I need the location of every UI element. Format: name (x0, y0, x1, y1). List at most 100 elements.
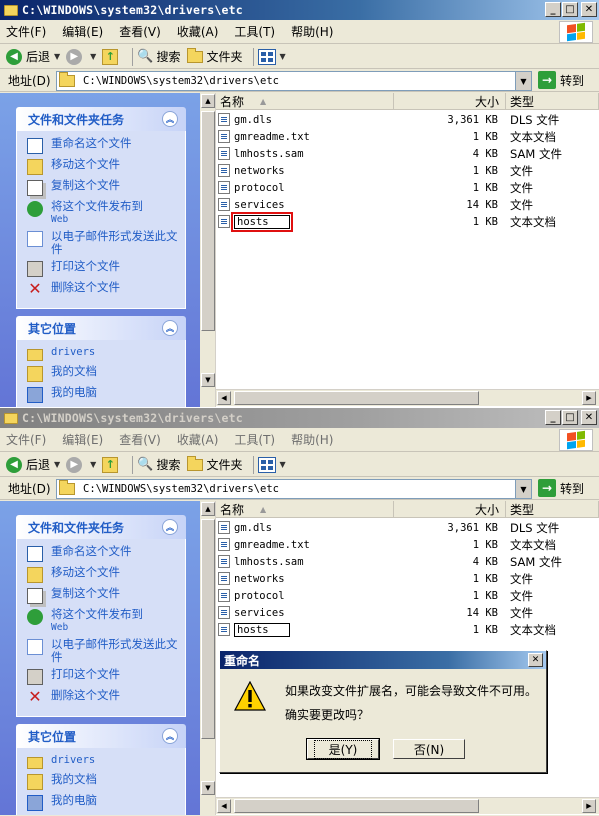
task-publish-web[interactable]: 将这个文件发布到 Web (27, 200, 185, 226)
minimize-button[interactable]: _ (545, 410, 561, 425)
forward-button[interactable]: ▶ ▼ (66, 47, 96, 67)
menu-tools[interactable]: 工具(T) (234, 23, 275, 40)
chevron-down-icon[interactable]: ▼ (90, 52, 96, 61)
task-rename[interactable]: 重命名这个文件 (27, 137, 185, 154)
no-button[interactable]: 否(N) (393, 739, 465, 759)
search-button[interactable]: 🔍 搜索 (137, 47, 180, 67)
vertical-scrollbar[interactable]: ▲ ▼ (200, 93, 216, 407)
yes-button[interactable]: 是(Y) (306, 738, 380, 760)
scroll-right-button[interactable]: ▶ (582, 799, 596, 813)
back-button[interactable]: ◀ 后退 ▼ (6, 455, 60, 475)
rename-input[interactable]: hosts (234, 622, 290, 637)
task-delete[interactable]: ✕ 删除这个文件 (27, 281, 185, 298)
file-row[interactable]: gmreadme.txt 1 KB 文本文档 (218, 128, 599, 145)
scroll-down-button[interactable]: ▼ (201, 373, 215, 387)
dialog-title-bar[interactable]: 重命名 (220, 651, 546, 669)
file-row[interactable]: gm.dls 3,361 KB DLS 文件 (218, 111, 599, 128)
scroll-thumb[interactable] (234, 391, 479, 405)
column-size[interactable]: 大小 (394, 501, 506, 517)
collapse-icon[interactable]: ︽ (162, 320, 178, 336)
place-my-computer[interactable]: 我的电脑 (27, 794, 185, 811)
scroll-up-button[interactable]: ▲ (201, 502, 215, 516)
menu-tools[interactable]: 工具(T) (234, 431, 275, 448)
menu-file[interactable]: 文件(F) (6, 431, 46, 448)
column-type[interactable]: 类型 (506, 93, 599, 109)
task-email[interactable]: 以电子邮件形式发送此文件 (27, 638, 185, 664)
address-input[interactable]: C:\WINDOWS\system32\drivers\etc ▼ (56, 479, 532, 499)
place-drivers[interactable]: drivers (27, 346, 185, 361)
chevron-down-icon[interactable]: ▼ (90, 460, 96, 469)
minimize-button[interactable]: _ (545, 2, 561, 17)
file-row[interactable]: gm.dls 3,361 KB DLS 文件 (218, 519, 599, 536)
scroll-thumb[interactable] (201, 111, 215, 331)
other-places-header[interactable]: 其它位置 ︽ (16, 316, 186, 340)
address-input[interactable]: C:\WINDOWS\system32\drivers\etc ▼ (56, 71, 532, 91)
address-dropdown-button[interactable]: ▼ (515, 480, 531, 498)
place-my-documents[interactable]: 我的文档 (27, 365, 185, 382)
file-row[interactable]: networks 1 KB 文件 (218, 570, 599, 587)
file-row-renaming[interactable]: hosts 1 KB 文本文档 (218, 211, 599, 232)
maximize-button[interactable]: □ (562, 2, 578, 17)
search-button[interactable]: 🔍 搜索 (137, 455, 180, 475)
place-my-documents[interactable]: 我的文档 (27, 773, 185, 790)
task-move[interactable]: 移动这个文件 (27, 566, 185, 583)
dialog-close-button[interactable]: ✕ (528, 653, 543, 667)
folders-button[interactable]: 文件夹 (186, 455, 243, 475)
title-bar[interactable]: C:\WINDOWS\system32\drivers\etc _ □ ✕ (0, 0, 599, 20)
task-email[interactable]: 以电子邮件形式发送此文件 (27, 230, 185, 256)
file-row[interactable]: gmreadme.txt 1 KB 文本文档 (218, 536, 599, 553)
views-button[interactable]: ▼ (257, 455, 286, 475)
file-row-renaming[interactable]: hosts 1 KB 文本文档 (218, 621, 599, 638)
maximize-button[interactable]: □ (562, 410, 578, 425)
file-row[interactable]: lmhosts.sam 4 KB SAM 文件 (218, 553, 599, 570)
task-delete[interactable]: ✕ 删除这个文件 (27, 689, 185, 706)
task-copy[interactable]: 复制这个文件 (27, 587, 185, 604)
menu-view[interactable]: 查看(V) (119, 23, 161, 40)
task-print[interactable]: 打印这个文件 (27, 260, 185, 277)
scroll-thumb[interactable] (234, 799, 479, 813)
place-my-computer[interactable]: 我的电脑 (27, 386, 185, 403)
task-copy[interactable]: 复制这个文件 (27, 179, 185, 196)
file-tasks-header[interactable]: 文件和文件夹任务 ︽ (16, 515, 186, 539)
horizontal-scrollbar[interactable]: ◀ ▶ (216, 389, 599, 406)
scroll-thumb[interactable] (201, 519, 215, 739)
back-button[interactable]: ◀ 后退 ▼ (6, 47, 60, 67)
collapse-icon[interactable]: ︽ (162, 728, 178, 744)
address-dropdown-button[interactable]: ▼ (515, 72, 531, 90)
collapse-icon[interactable]: ︽ (162, 519, 178, 535)
chevron-down-icon[interactable]: ▼ (54, 460, 60, 469)
task-print[interactable]: 打印这个文件 (27, 668, 185, 685)
scroll-up-button[interactable]: ▲ (201, 94, 215, 108)
menu-edit[interactable]: 编辑(E) (62, 23, 103, 40)
go-button[interactable]: → 转到 (538, 479, 584, 497)
chevron-down-icon[interactable]: ▼ (280, 52, 286, 61)
up-button[interactable]: ↑ (102, 47, 122, 67)
scroll-down-button[interactable]: ▼ (201, 781, 215, 795)
menu-favorites[interactable]: 收藏(A) (177, 431, 219, 448)
menu-help[interactable]: 帮助(H) (291, 23, 333, 40)
scroll-right-button[interactable]: ▶ (582, 391, 596, 405)
forward-button[interactable]: ▶ ▼ (66, 455, 96, 475)
chevron-down-icon[interactable]: ▼ (54, 52, 60, 61)
place-drivers[interactable]: drivers (27, 754, 185, 769)
menu-favorites[interactable]: 收藏(A) (177, 23, 219, 40)
task-publish-web[interactable]: 将这个文件发布到 Web (27, 608, 185, 634)
rename-input[interactable]: hosts (231, 211, 293, 232)
go-button[interactable]: → 转到 (538, 71, 584, 89)
folders-button[interactable]: 文件夹 (186, 47, 243, 67)
other-places-header[interactable]: 其它位置 ︽ (16, 724, 186, 748)
task-move[interactable]: 移动这个文件 (27, 158, 185, 175)
column-size[interactable]: 大小 (394, 93, 506, 109)
title-bar[interactable]: C:\WINDOWS\system32\drivers\etc _ □ ✕ (0, 408, 599, 428)
vertical-scrollbar[interactable]: ▲ ▼ (200, 501, 216, 815)
close-button[interactable]: ✕ (581, 2, 597, 17)
menu-view[interactable]: 查看(V) (119, 431, 161, 448)
file-row[interactable]: lmhosts.sam 4 KB SAM 文件 (218, 145, 599, 162)
file-tasks-header[interactable]: 文件和文件夹任务 ︽ (16, 107, 186, 131)
file-row[interactable]: services 14 KB 文件 (218, 196, 599, 213)
column-name[interactable]: 名称 ▲ (216, 93, 394, 109)
task-rename[interactable]: 重命名这个文件 (27, 545, 185, 562)
column-type[interactable]: 类型 (506, 501, 599, 517)
horizontal-scrollbar[interactable]: ◀ ▶ (216, 797, 599, 814)
up-button[interactable]: ↑ (102, 455, 122, 475)
